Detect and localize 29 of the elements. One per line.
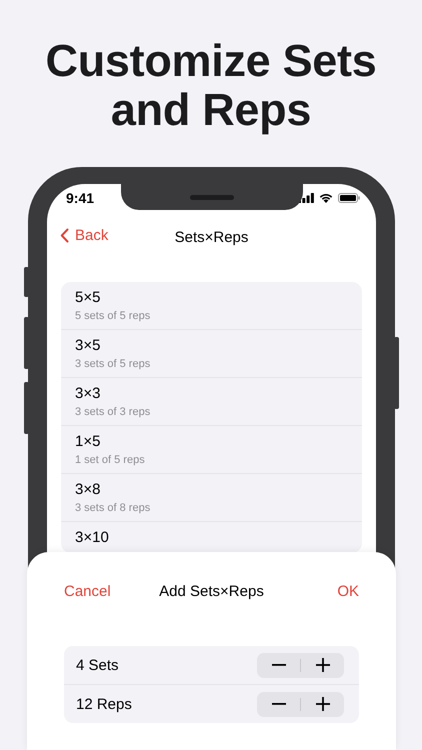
preset-title[interactable]: 3×5 [75, 336, 348, 355]
sheet-title: Add Sets×Reps [159, 582, 264, 600]
minus-icon [272, 703, 286, 705]
chevron-icon [60, 228, 69, 243]
preset-title[interactable]: 3×8 [75, 480, 348, 499]
preset-subtitle: 3 sets of 5 reps [75, 357, 152, 371]
preset-title[interactable]: 3×10 [75, 528, 348, 547]
status-time: 9:41 [66, 190, 94, 206]
speaker-icon [190, 194, 234, 200]
preset-subtitle: 1 set of 5 reps [75, 453, 146, 467]
preset-title[interactable]: 5×5 [75, 288, 348, 307]
headline: Customize Sets and Reps [44, 36, 378, 134]
preset-subtitle: 5 sets of 5 reps [75, 309, 152, 323]
preset-title[interactable]: 1×5 [75, 432, 348, 451]
preset-subtitle: 3 sets of 8 reps [75, 501, 152, 515]
nav-title: Sets×Reps [174, 228, 248, 246]
preset-title[interactable]: 3×3 [75, 384, 348, 403]
preset-subtitle: 3 sets of 3 reps [75, 405, 152, 419]
back-button[interactable]: Back [60, 227, 108, 244]
signal-icon [298, 193, 314, 203]
minus-icon [272, 664, 286, 666]
battery-icon [338, 193, 360, 203]
stepper-label: 4 Sets [76, 656, 119, 674]
cancel-button[interactable]: Cancel [64, 582, 111, 600]
ok-button[interactable]: OK [337, 582, 359, 600]
plus-icon [316, 658, 330, 672]
wifi-icon [319, 193, 333, 203]
stepper-label: 12 Reps [76, 696, 132, 712]
plus-icon [316, 697, 330, 711]
